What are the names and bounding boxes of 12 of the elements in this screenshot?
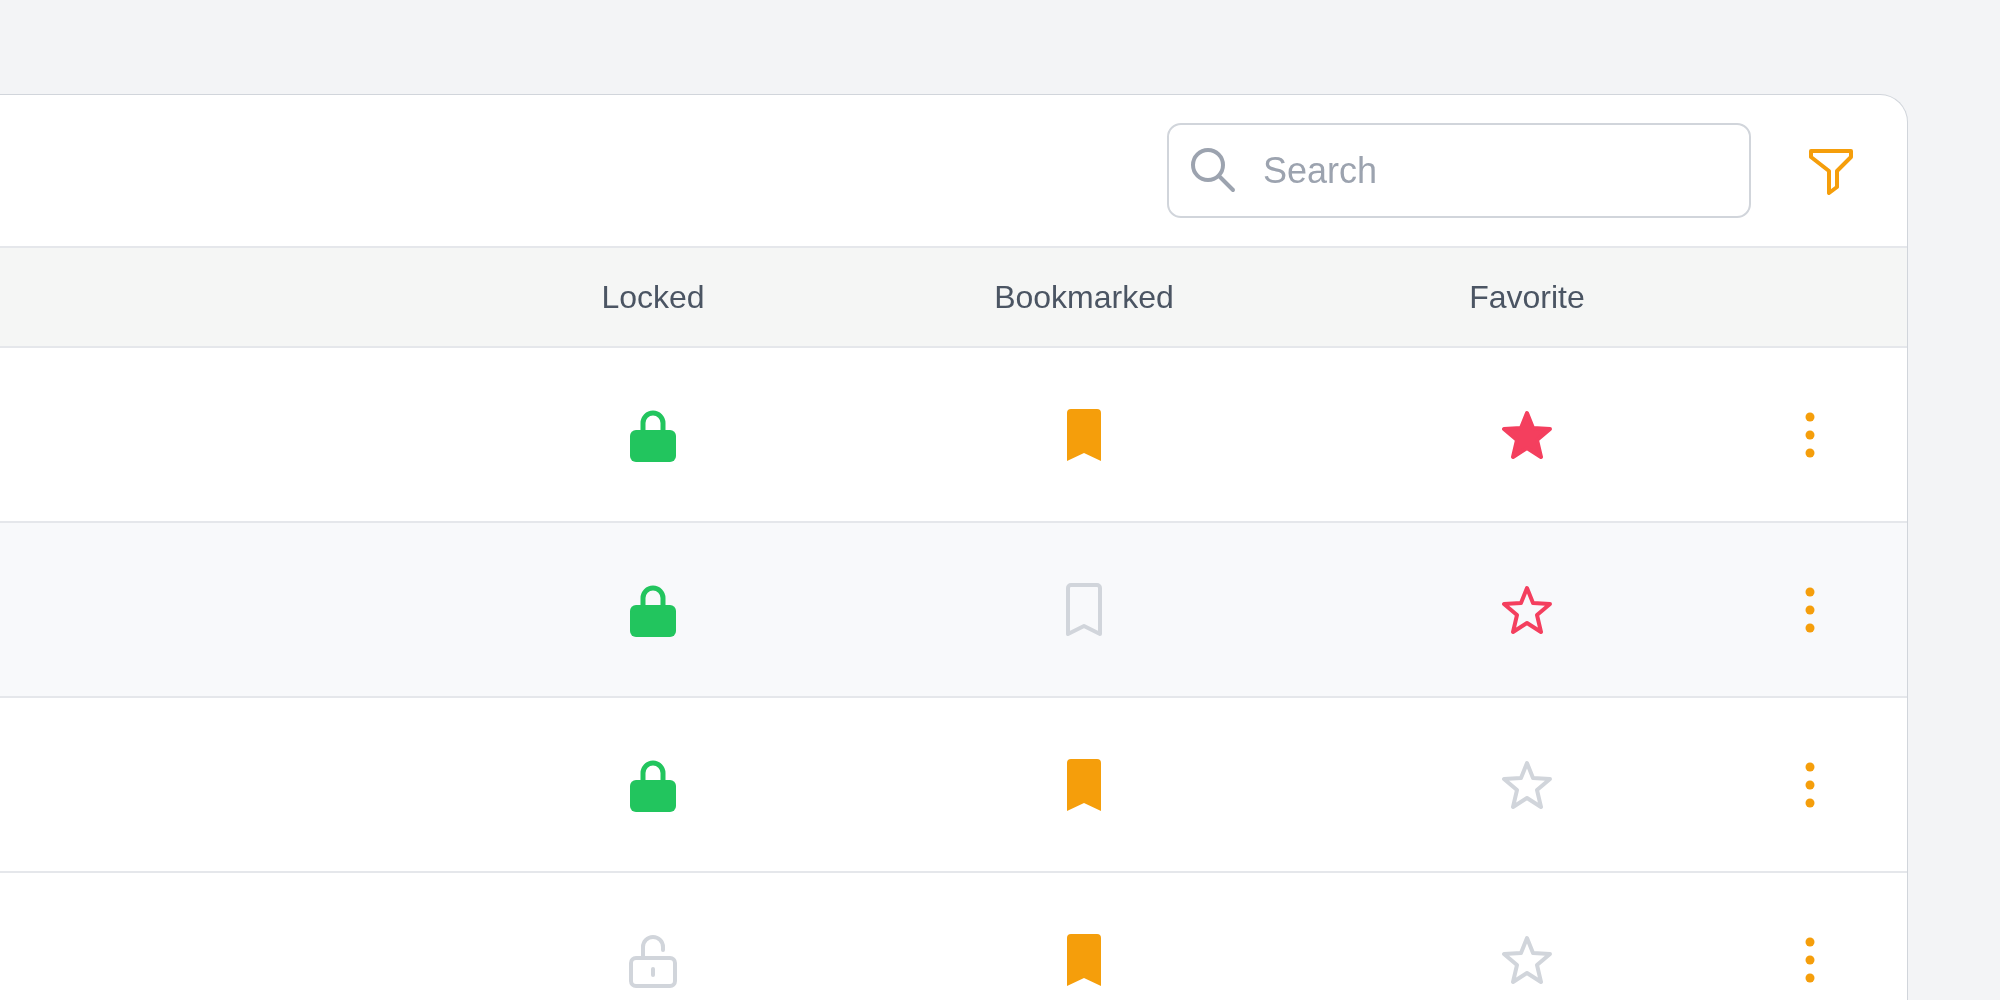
more-options-icon[interactable] bbox=[1805, 411, 1815, 458]
star-icon[interactable] bbox=[1501, 584, 1553, 635]
column-header: Locked bbox=[601, 278, 705, 317]
star-icon[interactable] bbox=[1501, 409, 1553, 460]
search-field[interactable]: Search bbox=[1167, 123, 1751, 218]
more-options-icon[interactable] bbox=[1805, 761, 1815, 808]
column-header: Bookmarked bbox=[994, 278, 1174, 317]
search-icon bbox=[1189, 146, 1237, 194]
more-options-icon[interactable] bbox=[1805, 936, 1815, 983]
more-options-icon[interactable] bbox=[1805, 586, 1815, 633]
filter-icon[interactable] bbox=[1807, 146, 1855, 195]
column-header: Favorite bbox=[1469, 278, 1585, 317]
